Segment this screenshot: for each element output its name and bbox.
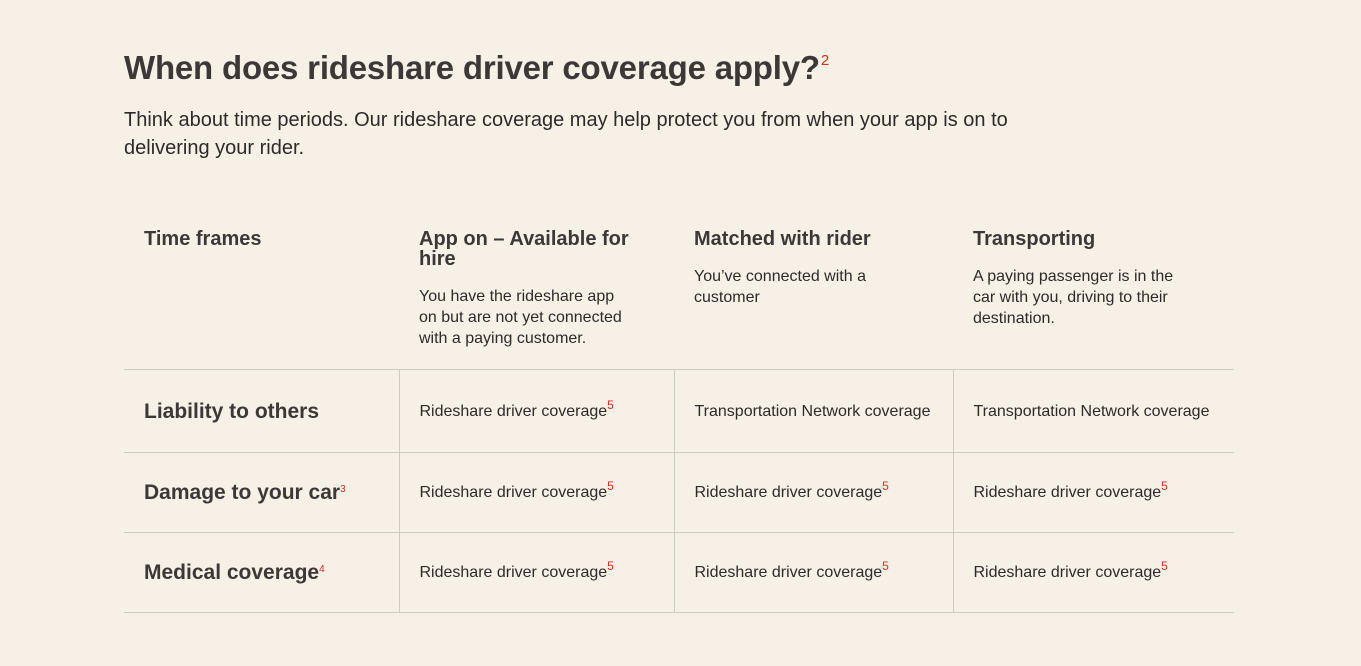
cell-text: Rideshare driver coverage (694, 564, 883, 581)
table-cell: Rideshare driver coverage5 (673, 452, 953, 533)
column-description: You have the rideshare app on but are no… (419, 288, 622, 347)
footnote-link[interactable]: 3 (340, 484, 346, 495)
table-cell: Rideshare driver coverage5 (952, 452, 1234, 533)
footnote-link[interactable]: 5 (1161, 559, 1168, 573)
cell-text: Rideshare driver coverage (419, 564, 608, 581)
column-description: A paying passenger is in the car with yo… (973, 268, 1174, 327)
footnote-link[interactable]: 5 (882, 559, 889, 573)
row-header: Liability to others (124, 370, 399, 453)
row-header: Medical coverage4 (124, 533, 399, 613)
footnote-link[interactable]: 5 (1161, 479, 1168, 493)
table-cell: Transportation Network coverage (952, 369, 1234, 453)
footnote-link[interactable]: 5 (607, 479, 614, 493)
cell-text: Rideshare driver coverage (694, 484, 883, 501)
table-row: Liability to others Rideshare driver cov… (124, 369, 1234, 453)
row-label: Medical coverage (144, 561, 320, 584)
table-cell: Rideshare driver coverage5 (398, 532, 674, 613)
coverage-section: When does rideshare driver coverage appl… (124, 48, 1234, 613)
column-title: Transporting (973, 228, 1096, 250)
table-cell: Rideshare driver coverage5 (398, 369, 674, 453)
cell-text: Transportation Network coverage (694, 402, 931, 420)
footnote-link[interactable]: 5 (882, 479, 889, 493)
cell-text: Transportation Network coverage (973, 402, 1210, 420)
footnote-link[interactable]: 2 (821, 52, 829, 69)
column-header-app-on: App on – Available for hire You have the… (399, 209, 674, 370)
cell-text: Rideshare driver coverage (419, 402, 608, 420)
coverage-table: Time frames App on – Available for hire … (124, 209, 1234, 613)
table-cell: Rideshare driver coverage5 (673, 532, 953, 613)
cell-text: Rideshare driver coverage (973, 484, 1162, 501)
column-title: Time frames (144, 228, 262, 250)
table-row: Damage to your car3 Rideshare driver cov… (124, 452, 1234, 533)
footnote-link[interactable]: 5 (607, 559, 614, 573)
footnote-link[interactable]: 5 (607, 398, 614, 412)
column-header-transporting: Transporting A paying passenger is in th… (953, 209, 1234, 370)
footnote-link[interactable]: 4 (319, 564, 325, 575)
intro-text: Think about time periods. Our rideshare … (124, 109, 1008, 159)
page-title-text: When does rideshare driver coverage appl… (124, 49, 820, 86)
cell-text: Rideshare driver coverage (973, 564, 1162, 581)
column-header-matched: Matched with rider You’ve connected with… (674, 209, 953, 370)
cell-text: Rideshare driver coverage (419, 484, 608, 501)
table-row: Medical coverage4 Rideshare driver cover… (124, 532, 1234, 613)
column-title: App on – Available for hire (419, 228, 629, 270)
table-cell: Rideshare driver coverage5 (952, 532, 1234, 613)
row-header: Damage to your car3 (124, 453, 399, 533)
table-header-row: Time frames App on – Available for hire … (124, 209, 1234, 370)
page-title: When does rideshare driver coverage appl… (124, 48, 1234, 88)
row-label: Damage to your car (144, 481, 341, 504)
table-cell: Transportation Network coverage (673, 369, 953, 453)
table-cell: Rideshare driver coverage5 (398, 452, 674, 533)
column-title: Matched with rider (694, 228, 871, 250)
column-header-time-frames: Time frames (124, 209, 399, 370)
column-description: You’ve connected with a customer (694, 268, 866, 306)
row-label: Liability to others (144, 399, 320, 423)
